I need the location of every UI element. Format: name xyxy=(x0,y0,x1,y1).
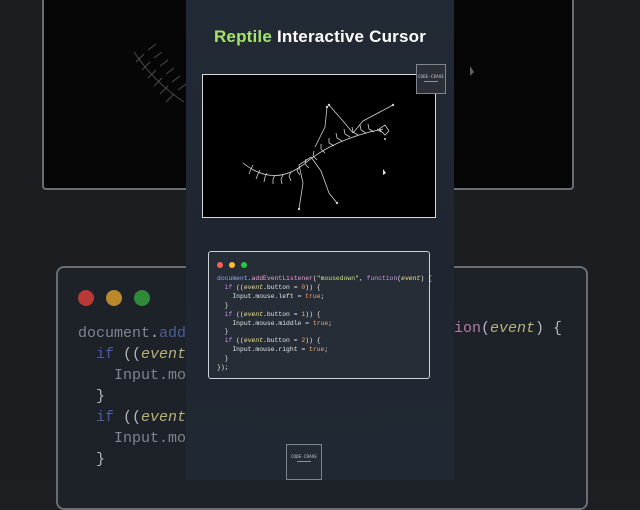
code-end-1: ; xyxy=(328,319,333,327)
minimize-dot-icon[interactable] xyxy=(229,262,235,268)
bg-brace-0: } xyxy=(96,388,106,405)
background-minimize-dot xyxy=(106,290,122,306)
code-val-2: true xyxy=(309,346,325,354)
code-event-1: event xyxy=(243,310,264,318)
code-arg: event xyxy=(401,275,421,282)
code-val-0: true xyxy=(305,292,321,300)
reptile-spine xyxy=(242,128,384,176)
watermark-logo-bottom: CODE-CRAVE xyxy=(286,444,322,480)
background-close-dot xyxy=(78,290,94,306)
code-event-string: "mousedown" xyxy=(316,275,359,282)
code-snippet: document.addEventListener("mousedown", f… xyxy=(217,275,432,373)
bg-event-0: event xyxy=(141,346,187,363)
watermark-logo-top: CODE-CRAVE xyxy=(416,64,446,94)
code-prop-1: .button = xyxy=(263,310,302,318)
title-rest: Interactive Cursor xyxy=(272,27,427,46)
code-event-2: event xyxy=(243,337,264,345)
code-body-0: Input.mouse.left = xyxy=(232,292,306,300)
close-dot-icon[interactable] xyxy=(217,262,223,268)
code-brace-1: } xyxy=(224,328,229,336)
code-body-1: Input.mouse.middle = xyxy=(232,319,313,327)
background-code: document.addE if ((event Input.mou } if … xyxy=(78,325,196,468)
title-accent: Reptile xyxy=(213,27,273,46)
background-code-right: ion(event) { xyxy=(454,320,563,337)
cursor-icon xyxy=(383,169,386,175)
background-maximize-dot xyxy=(134,290,150,306)
bg-event-1: event xyxy=(141,409,187,426)
code-val-1: true xyxy=(312,319,329,327)
code-function-keyword: function xyxy=(366,275,398,282)
code-sep: , xyxy=(358,275,367,282)
code-function-name: addEventListener xyxy=(251,275,313,282)
code-prop-2: .button = xyxy=(263,337,302,345)
watermark-text-bottom: CODE-CRAVE xyxy=(290,454,318,459)
code-brace-2: } xyxy=(224,355,229,363)
reptile-skeleton xyxy=(242,103,395,211)
code-prop-0: .button = xyxy=(263,283,302,291)
code-brace-0: } xyxy=(224,301,229,309)
page-title: Reptile Interactive Cursor xyxy=(186,27,454,47)
code-open-1: (( xyxy=(232,310,244,318)
code-close-2: )) { xyxy=(305,337,321,345)
bg-if-1: if xyxy=(96,409,115,426)
video-panel: Reptile Interactive Cursor CODE-CRAVE do… xyxy=(186,0,454,480)
background-cursor-icon xyxy=(470,66,474,76)
code-event-0: event xyxy=(243,283,264,291)
code-open-2: (( xyxy=(232,337,244,345)
code-close-1: )) { xyxy=(305,310,321,318)
code-body-2: Input.mouse.right = xyxy=(232,346,310,354)
bg-code-obj: document xyxy=(78,325,151,342)
code-document: document xyxy=(217,275,248,282)
watermark-text-top: CODE-CRAVE xyxy=(417,74,445,79)
code-close-0: )) { xyxy=(305,283,321,291)
code-paren-close: ) { xyxy=(420,275,432,282)
code-closing: }); xyxy=(217,364,229,372)
bg-code-dot: . xyxy=(150,325,160,342)
bg-brace-1: } xyxy=(96,451,106,468)
bg-arg: event xyxy=(490,320,536,337)
maximize-dot-icon[interactable] xyxy=(241,262,247,268)
code-open-0: (( xyxy=(232,283,244,291)
code-end-2: ; xyxy=(324,346,329,354)
reptile-demo-canvas[interactable] xyxy=(202,74,436,218)
bg-if-0: if xyxy=(96,346,115,363)
code-window: document.addEventListener("mousedown", f… xyxy=(208,251,432,379)
code-end-0: ; xyxy=(320,292,325,300)
